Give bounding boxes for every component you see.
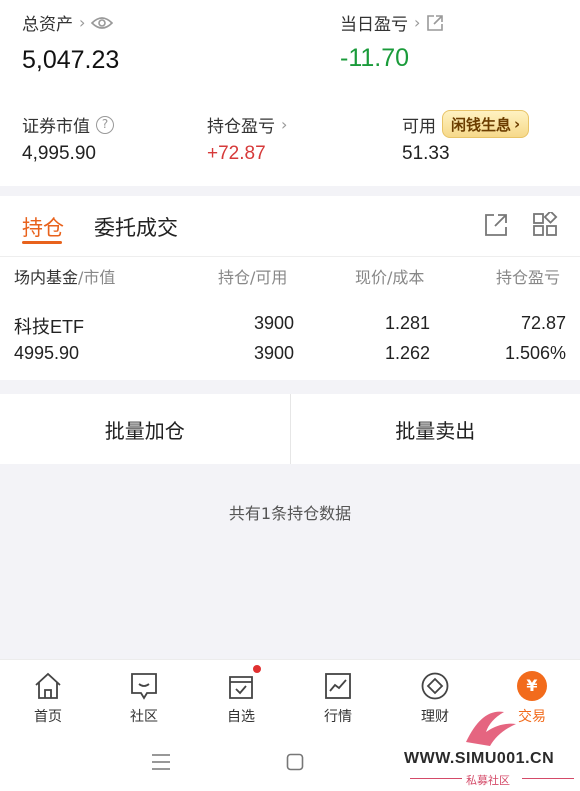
nav-item-market[interactable]: 行情 <box>290 660 386 733</box>
column-header-price[interactable]: 现价/成本 <box>355 264 424 288</box>
menu-icon[interactable] <box>151 753 171 771</box>
grid-view-icon[interactable] <box>532 212 558 238</box>
fund-name: 科技ETF <box>14 317 84 337</box>
holding-pnl: 72.87 <box>520 313 566 333</box>
tab-orders[interactable]: 委托成交 <box>94 212 178 242</box>
nav-item-watchlist[interactable]: 自选 <box>193 660 289 733</box>
column-header-fund-main: 场内基金 <box>14 268 79 287</box>
position-pnl-header[interactable]: 持仓盈亏 › <box>207 112 287 137</box>
watermark-logo-icon <box>466 711 516 746</box>
batch-actions: 批量加仓 批量卖出 <box>0 394 580 464</box>
idle-interest-badge[interactable]: 闲钱生息 › <box>442 110 530 138</box>
chevron-right-icon: › <box>414 13 421 32</box>
securities-value-label: 证券市值 <box>22 117 90 137</box>
cost-price: 1.262 <box>384 343 430 363</box>
watermark-sub: 私募社区 <box>466 774 510 787</box>
chevron-right-icon: › <box>514 115 521 133</box>
column-header-pnl[interactable]: 持仓盈亏 <box>496 264 560 288</box>
nav-item-community[interactable]: 社区 <box>96 660 192 733</box>
nav-label: 社区 <box>130 709 158 725</box>
market-value: 4995.90 <box>14 343 80 363</box>
securities-value: 4,995.90 <box>22 143 96 164</box>
tab-underline <box>22 241 62 244</box>
daily-pnl-header[interactable]: 当日盈亏 › <box>340 10 444 35</box>
available-qty: 3900 <box>253 343 294 363</box>
diamond-icon <box>421 672 449 700</box>
trade-icon: ¥ <box>517 671 547 701</box>
nav-item-home[interactable]: 首页 <box>0 660 96 733</box>
help-icon[interactable]: ? <box>96 115 114 134</box>
chart-icon <box>325 673 351 699</box>
total-assets-label: 总资产 <box>22 15 73 35</box>
share-icon[interactable] <box>426 14 444 32</box>
watermark-url: WWW.SIMU001.CN <box>404 750 555 767</box>
column-header-fund-sub: /市值 <box>78 268 116 287</box>
position-qty: 3900 <box>253 313 294 333</box>
watermark: WWW.SIMU001.CN 私募社区 <box>404 698 580 791</box>
available-label: 可用 <box>402 117 436 137</box>
securities-value-header: 证券市值 ? <box>22 112 114 137</box>
daily-pnl-value: -11.70 <box>340 44 410 72</box>
account-summary: 总资产 › 5,047.23 当日盈亏 › -11.70 证券市值 ? 4,99… <box>0 0 580 186</box>
nav-label: 自选 <box>227 709 255 725</box>
batch-add-button[interactable]: 批量加仓 <box>0 394 290 464</box>
notification-dot <box>253 665 261 673</box>
watchlist-icon <box>229 676 253 699</box>
total-assets-value: 5,047.23 <box>22 46 120 74</box>
nav-label: 首页 <box>34 709 62 725</box>
holding-pnl-pct: 1.506% <box>504 343 566 363</box>
tab-holdings[interactable]: 持仓 <box>22 212 64 242</box>
home-icon <box>35 672 61 699</box>
position-pnl-value: +72.87 <box>207 143 266 164</box>
holdings-panel: 持仓 委托成交 场内基金/市值 持仓/可用 现价/成本 持仓盈亏 科技ETF 4… <box>0 196 580 380</box>
chevron-right-icon: › <box>281 115 288 134</box>
total-assets-header[interactable]: 总资产 › <box>22 10 114 35</box>
watermark-line <box>410 778 462 779</box>
chevron-right-icon: › <box>79 13 86 32</box>
nav-label: 行情 <box>324 709 352 725</box>
batch-sell-button[interactable]: 批量卖出 <box>289 394 580 464</box>
column-header-position[interactable]: 持仓/可用 <box>218 264 287 288</box>
eye-icon[interactable] <box>91 15 114 31</box>
export-icon[interactable] <box>483 212 509 238</box>
idle-interest-label: 闲钱生息 <box>451 115 512 134</box>
current-price: 1.281 <box>384 313 430 333</box>
divider <box>0 256 580 257</box>
chat-icon <box>131 673 157 700</box>
position-pnl-label: 持仓盈亏 <box>207 117 275 137</box>
daily-pnl-label: 当日盈亏 <box>340 15 408 35</box>
available-value: 51.33 <box>402 143 450 164</box>
watermark-line <box>522 778 574 779</box>
position-count-text: 共有1条持仓数据 <box>228 504 352 523</box>
column-header-fund[interactable]: 场内基金/市值 <box>14 264 115 288</box>
home-button-icon[interactable] <box>286 753 304 771</box>
